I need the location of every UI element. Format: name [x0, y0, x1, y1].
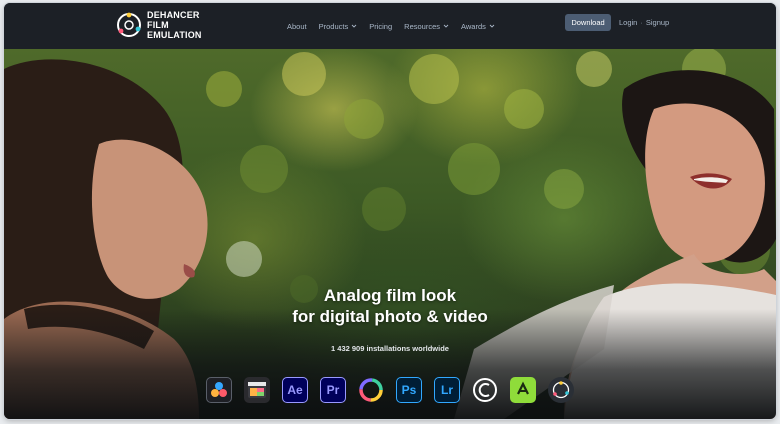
brand-logo[interactable]: DEHANCER FILM EMULATION — [116, 10, 202, 40]
nav-item-products[interactable]: Products — [319, 22, 358, 31]
nav-item-label: Awards — [461, 21, 486, 31]
supported-apps: Ae Pr Ps Lr — [206, 377, 574, 403]
brand-wordmark: DEHANCER FILM EMULATION — [147, 10, 202, 40]
davinci-resolve-icon[interactable] — [206, 377, 232, 403]
final-cut-pro-icon[interactable] — [244, 377, 270, 403]
nav-item-pricing[interactable]: Pricing — [369, 22, 392, 31]
capture-one-c-icon[interactable] — [472, 377, 498, 403]
chevron-down-icon — [351, 24, 357, 28]
nav-item-label: About — [287, 21, 307, 31]
dehancer-app-icon[interactable] — [548, 377, 574, 403]
signup-link[interactable]: Signup — [646, 18, 669, 27]
main-nav: About Products Pricing Resources Awards — [287, 3, 495, 49]
hero-headline-line-2: for digital photo & video — [292, 307, 488, 326]
chevron-down-icon — [489, 24, 495, 28]
login-link[interactable]: Login — [619, 18, 637, 27]
hero-headline-line-1: Analog film look — [323, 286, 457, 305]
hero-section: Analog film look for digital photo & vid… — [4, 49, 776, 419]
after-effects-icon[interactable]: Ae — [282, 377, 308, 403]
photoshop-icon[interactable]: Ps — [396, 377, 422, 403]
brand-line-2: FILM — [147, 20, 169, 30]
chevron-down-icon — [443, 24, 449, 28]
auth-links: Login · Signup — [619, 14, 669, 31]
download-button[interactable]: Download — [565, 14, 611, 31]
nav-item-resources[interactable]: Resources — [404, 22, 449, 31]
affinity-photo-icon[interactable] — [510, 377, 536, 403]
installations-counter: 1 432 909 installations worldwide — [331, 344, 449, 353]
hero-headline: Analog film look for digital photo & vid… — [4, 285, 776, 327]
nav-item-about[interactable]: About — [287, 22, 307, 31]
nav-item-label: Resources — [404, 21, 441, 31]
nav-item-label: Products — [318, 21, 349, 31]
brand-line-1: DEHANCER — [147, 10, 200, 20]
site-header: DEHANCER FILM EMULATION About Products P… — [4, 3, 776, 49]
lightroom-icon[interactable]: Lr — [434, 377, 460, 403]
dehancer-logo-icon — [117, 12, 141, 37]
browser-viewport: DEHANCER FILM EMULATION About Products P… — [4, 3, 776, 419]
brand-line-3: EMULATION — [147, 30, 202, 40]
premiere-pro-icon[interactable]: Pr — [320, 377, 346, 403]
nav-item-awards[interactable]: Awards — [461, 22, 495, 31]
auth-separator: · — [640, 18, 643, 27]
capture-one-icon[interactable] — [358, 377, 384, 403]
nav-item-label: Pricing — [369, 21, 393, 31]
